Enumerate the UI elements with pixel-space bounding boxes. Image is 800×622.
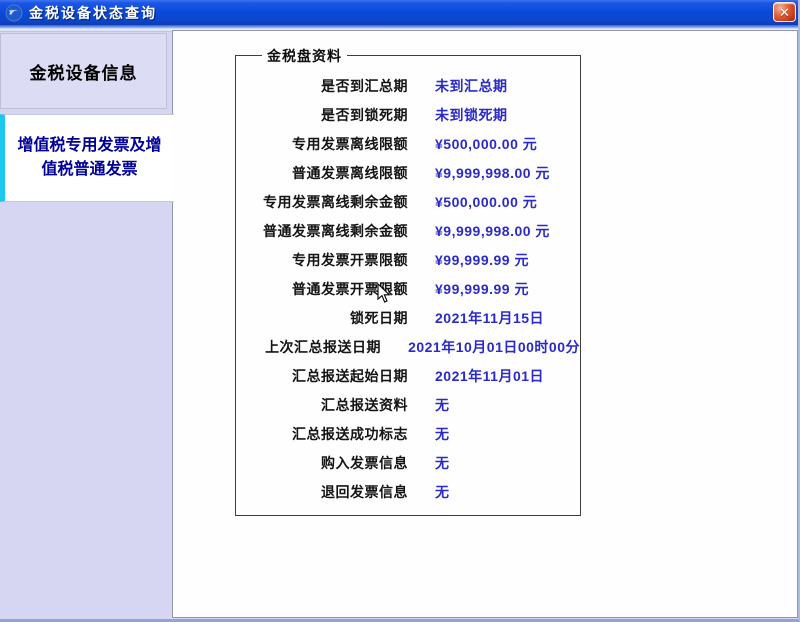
row-value: 未到汇总期 (435, 76, 508, 96)
row-label: 普通发票开票限额 (236, 279, 408, 299)
row-label: 专用发票开票限额 (236, 250, 408, 270)
row-value: 未到锁死期 (435, 105, 508, 125)
row-value: ¥99,999.99 元 (435, 250, 529, 270)
row-label: 是否到汇总期 (236, 76, 408, 96)
row-value: 2021年10月01日00时00分 (408, 337, 580, 357)
row-value: 无 (435, 424, 450, 444)
row-label: 汇总报送成功标志 (236, 424, 408, 444)
table-row: 汇总报送成功标志 无 (236, 419, 580, 448)
row-value: ¥9,999,998.00 元 (435, 221, 550, 241)
status-rows: 是否到汇总期 未到汇总期 是否到锁死期 未到锁死期 专用发票离线限额 ¥500,… (236, 56, 580, 506)
table-row: 是否到锁死期 未到锁死期 (236, 100, 580, 129)
table-row: 专用发票离线剩余金额 ¥500,000.00 元 (236, 187, 580, 216)
main-panel: 金税盘资料 是否到汇总期 未到汇总期 是否到锁死期 未到锁死期 专用发票离线限额… (172, 30, 798, 618)
row-label: 普通发票离线限额 (236, 163, 408, 183)
groupbox-golden-tax-disk: 金税盘资料 是否到汇总期 未到汇总期 是否到锁死期 未到锁死期 专用发票离线限额… (235, 55, 581, 516)
table-row: 退回发票信息 无 (236, 477, 580, 506)
row-label: 普通发票离线剩余金额 (236, 221, 408, 241)
row-value: ¥500,000.00 元 (435, 192, 537, 212)
groupbox-title: 金税盘资料 (262, 46, 347, 66)
table-row: 普通发票离线剩余金额 ¥9,999,998.00 元 (236, 216, 580, 245)
title-bar[interactable]: 金税设备状态查询 ✕ (0, 0, 800, 25)
row-value: 2021年11月15日 (435, 308, 544, 328)
table-row: 专用发票离线限额 ¥500,000.00 元 (236, 129, 580, 158)
row-label: 汇总报送资料 (236, 395, 408, 415)
table-row: 锁死日期 2021年11月15日 (236, 303, 580, 332)
row-value: 无 (435, 453, 450, 473)
table-row: 普通发票离线限额 ¥9,999,998.00 元 (236, 158, 580, 187)
row-value: ¥9,999,998.00 元 (435, 163, 550, 183)
row-label: 上次汇总报送日期 (236, 337, 381, 357)
row-value: ¥500,000.00 元 (435, 134, 537, 154)
table-row: 专用发票开票限额 ¥99,999.99 元 (236, 245, 580, 274)
table-row: 是否到汇总期 未到汇总期 (236, 71, 580, 100)
close-button[interactable]: ✕ (773, 2, 796, 22)
app-logo-icon (5, 4, 23, 22)
close-icon: ✕ (779, 6, 790, 19)
row-label: 专用发票离线剩余金额 (236, 192, 408, 212)
row-label: 购入发票信息 (236, 453, 408, 473)
row-label: 退回发票信息 (236, 482, 408, 502)
sidebar-item-vat-invoices[interactable]: 增值税专用发票及增值税普通发票 (0, 114, 174, 202)
row-label: 锁死日期 (236, 308, 408, 328)
row-value: ¥99,999.99 元 (435, 279, 529, 299)
row-value: 无 (435, 482, 450, 502)
sidebar-item-device-info[interactable]: 金税设备信息 (0, 33, 167, 109)
table-row: 汇总报送起始日期 2021年11月01日 (236, 361, 580, 390)
row-value: 2021年11月01日 (435, 366, 544, 386)
table-row: 普通发票开票限额 ¥99,999.99 元 (236, 274, 580, 303)
row-label: 汇总报送起始日期 (236, 366, 408, 386)
table-row: 上次汇总报送日期 2021年10月01日00时00分 (236, 332, 580, 361)
row-label: 是否到锁死期 (236, 105, 408, 125)
window-title: 金税设备状态查询 (29, 3, 157, 23)
table-row: 汇总报送资料 无 (236, 390, 580, 419)
row-label: 专用发票离线限额 (236, 134, 408, 154)
row-value: 无 (435, 395, 450, 415)
table-row: 购入发票信息 无 (236, 448, 580, 477)
